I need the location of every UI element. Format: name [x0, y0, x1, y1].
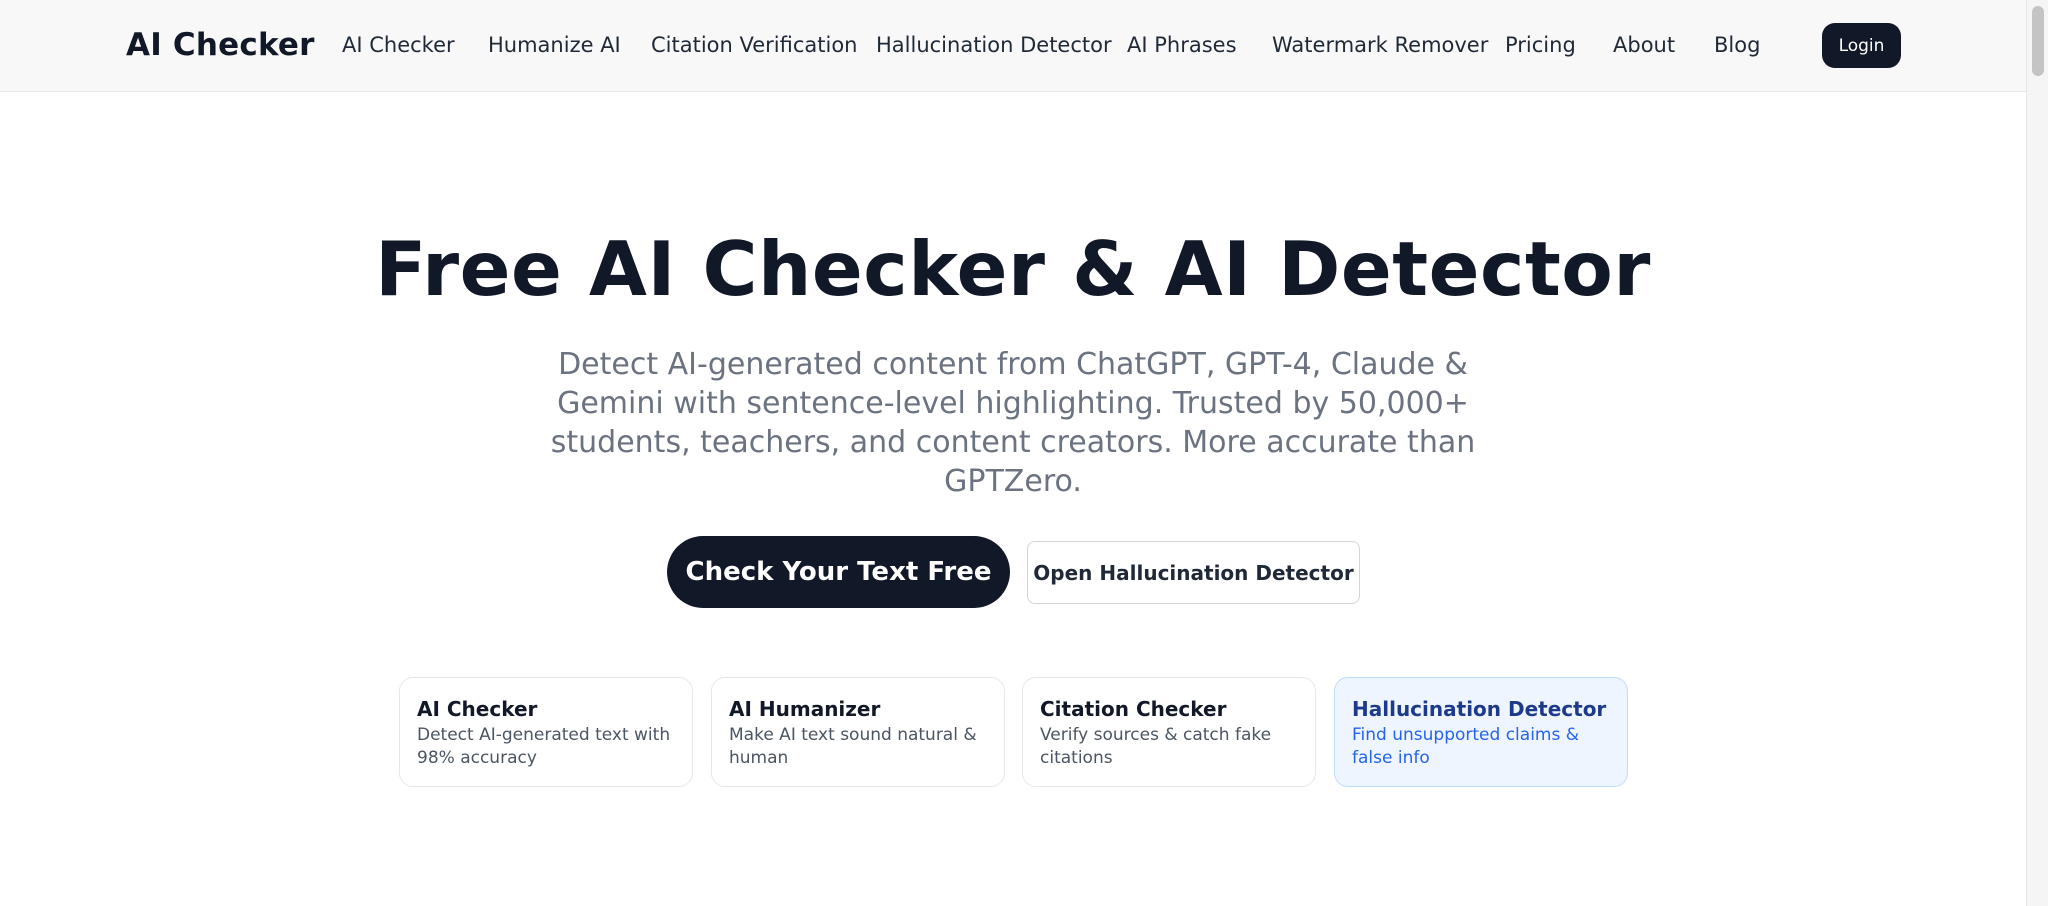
- card-title: AI Checker: [417, 697, 538, 721]
- feature-card-ai-checker[interactable]: AI Checker Detect AI-generated text with…: [399, 677, 693, 787]
- card-description: Detect AI-generated text with 98% accura…: [417, 725, 671, 768]
- site-header: AI Checker AI Checker Humanize AI Citati…: [0, 0, 2026, 92]
- card-description: Find unsupported claims & false info: [1352, 725, 1579, 768]
- page: AI Checker AI Checker Humanize AI Citati…: [0, 0, 2048, 906]
- nav-humanize-ai[interactable]: Humanize AI: [488, 33, 621, 57]
- login-button[interactable]: Login: [1822, 23, 1901, 68]
- nav-citation-verification[interactable]: Citation Verification: [651, 33, 858, 57]
- nav-watermark-remover[interactable]: Watermark Remover: [1272, 33, 1488, 57]
- card-title: Citation Checker: [1040, 697, 1227, 721]
- nav-pricing[interactable]: Pricing: [1505, 33, 1576, 57]
- nav-ai-checker[interactable]: AI Checker: [342, 33, 455, 57]
- card-description: Verify sources & catch fake citations: [1040, 725, 1272, 768]
- card-description: Make AI text sound natural & human: [729, 725, 977, 768]
- nav-hallucination-detector[interactable]: Hallucination Detector: [876, 33, 1112, 57]
- card-title: Hallucination Detector: [1352, 697, 1607, 721]
- open-hallucination-detector-button[interactable]: Open Hallucination Detector: [1027, 541, 1360, 604]
- card-title: AI Humanizer: [729, 697, 881, 721]
- nav-about[interactable]: About: [1613, 33, 1675, 57]
- check-text-button[interactable]: Check Your Text Free: [667, 536, 1010, 608]
- main-nav: AI Checker Humanize AI Citation Verifica…: [0, 0, 2026, 92]
- feature-card-citation-checker[interactable]: Citation Checker Verify sources & catch …: [1022, 677, 1316, 787]
- nav-blog[interactable]: Blog: [1714, 33, 1760, 57]
- hero-title: Free AI Checker & AI Detector: [375, 225, 1651, 313]
- vertical-scrollbar[interactable]: [2026, 0, 2048, 906]
- nav-ai-phrases[interactable]: AI Phrases: [1127, 33, 1237, 57]
- feature-card-ai-humanizer[interactable]: AI Humanizer Make AI text sound natural …: [711, 677, 1005, 787]
- scrollbar-thumb[interactable]: [2032, 6, 2044, 76]
- feature-card-hallucination-detector[interactable]: Hallucination Detector Find unsupported …: [1334, 677, 1628, 787]
- hero-subtitle: Detect AI-generated content from ChatGPT…: [550, 347, 1476, 499]
